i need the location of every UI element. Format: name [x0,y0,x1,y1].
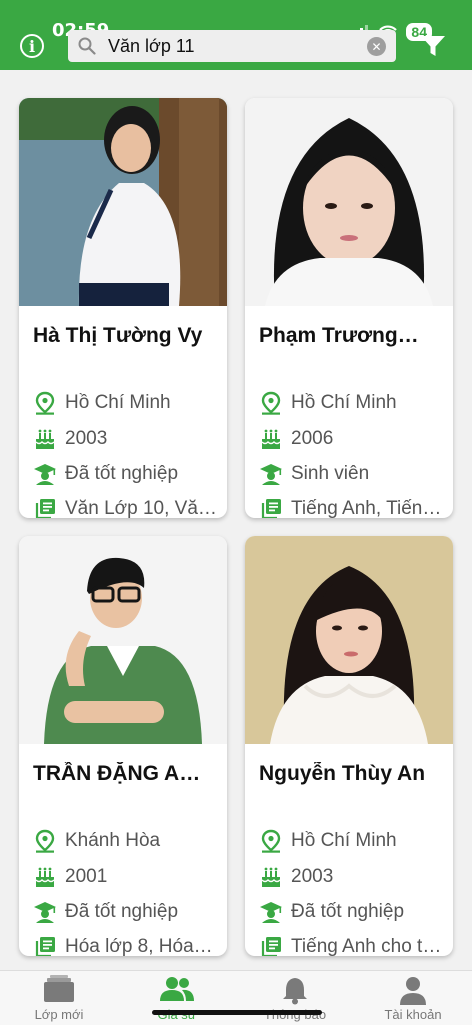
location-text: Hồ Chí Minh [65,392,171,413]
search-icon [78,37,96,55]
birthday-cake-icon [33,427,57,451]
subjects-text: Hóa lớp 8, Hóa lớp 9 [65,936,217,956]
education-row: Đã tốt nghiệp [33,899,217,925]
birth-year-text: 2003 [291,866,334,887]
tab-tai-khoan[interactable]: Tài khoản [354,971,472,1025]
search-input[interactable] [108,34,368,58]
graduation-cap-icon [259,462,283,486]
tutor-name: Nguyễn Thùy An [259,762,426,785]
location-pin-icon [33,829,57,853]
subjects-row: Hóa lớp 8, Hóa lớp 9 [33,934,217,956]
subjects-text: Tiếng Anh cho trẻ em [291,936,443,956]
subjects-row: Tiếng Anh, Tiếng Việt [259,496,443,518]
education-row: Sinh viên [259,461,443,487]
education-status-text: Sinh viên [291,463,370,484]
education-status-text: Đã tốt nghiệp [65,901,179,922]
tab-thong-bao[interactable]: Thông báo [236,971,354,1025]
search-bar[interactable]: ✕ [68,30,396,62]
location-text: Khánh Hòa [65,830,161,851]
people-icon [160,977,194,1001]
tutor-name: Phạm Trương… [259,324,419,347]
birth-year-text: 2006 [291,428,334,449]
birthday-cake-icon [259,427,283,451]
bottom-tab-bar: Lớp mới Gia sư Thông báo Tài khoản [0,970,472,1025]
tutor-name: TRẦN ĐẶNG A… [33,762,201,785]
subjects-text: Văn Lớp 10, Văn Lớp 11 [65,498,217,518]
birth-year-row: 2003 [33,426,217,452]
tutor-photo [19,536,227,744]
subjects-text: Tiếng Anh, Tiếng Việt [291,498,443,518]
tutor-name: Hà Thị Tường Vy [33,324,203,347]
subjects-icon [259,935,283,956]
tutor-card[interactable]: Hà Thị Tường Vy Hồ Chí Minh 2003 Đã tốt … [19,98,227,518]
birth-year-row: 2001 [33,864,217,890]
birth-year-text: 2001 [65,866,108,887]
location-pin-icon [33,391,57,415]
tab-lop-moi[interactable]: Lớp mới [0,971,118,1025]
birthday-cake-icon [259,865,283,889]
tutor-photo [245,536,453,744]
subjects-icon [259,497,283,518]
subjects-icon [33,935,57,956]
info-icon[interactable]: i [20,34,44,58]
education-row: Đã tốt nghiệp [33,461,217,487]
tab-label: Lớp mới [34,1007,84,1022]
location-text: Hồ Chí Minh [291,392,397,413]
tutor-card[interactable]: Phạm Trương… Hồ Chí Minh 2006 Sinh viên … [245,98,453,518]
birth-year-text: 2003 [65,428,108,449]
bell-icon [283,978,307,1005]
location-text: Hồ Chí Minh [291,830,397,851]
tab-gia-su[interactable]: Gia sư [118,971,236,1025]
location-pin-icon [259,829,283,853]
clear-search-icon[interactable]: ✕ [367,37,386,56]
person-icon [400,977,426,1005]
graduation-cap-icon [259,900,283,924]
tutor-card[interactable]: Nguyễn Thùy An Hồ Chí Minh 2003 Đã tốt n… [245,536,453,956]
education-status-text: Đã tốt nghiệp [65,463,179,484]
filter-icon[interactable] [420,34,446,58]
location-pin-icon [259,391,283,415]
education-status-text: Đã tốt nghiệp [291,901,405,922]
location-row: Hồ Chí Minh [33,390,217,416]
tutor-photo [245,98,453,306]
tutor-photo [19,98,227,306]
birth-year-row: 2003 [259,864,443,890]
graduation-cap-icon [33,462,57,486]
folder-icon [44,975,74,1002]
home-indicator [152,1010,322,1015]
tutor-grid: Hà Thị Tường Vy Hồ Chí Minh 2003 Đã tốt … [0,70,472,970]
location-row: Hồ Chí Minh [259,828,443,854]
location-row: Hồ Chí Minh [259,390,443,416]
birth-year-row: 2006 [259,426,443,452]
subjects-row: Tiếng Anh cho trẻ em [259,934,443,956]
birthday-cake-icon [33,865,57,889]
subjects-icon [33,497,57,518]
tab-label: Tài khoản [384,1007,442,1022]
education-row: Đã tốt nghiệp [259,899,443,925]
subjects-row: Văn Lớp 10, Văn Lớp 11 [33,496,217,518]
location-row: Khánh Hòa [33,828,217,854]
top-app-bar: 02:59 84 i ✕ [0,0,472,70]
tutor-card[interactable]: TRẦN ĐẶNG A… Khánh Hòa 2001 Đã tốt nghiệ… [19,536,227,956]
graduation-cap-icon [33,900,57,924]
